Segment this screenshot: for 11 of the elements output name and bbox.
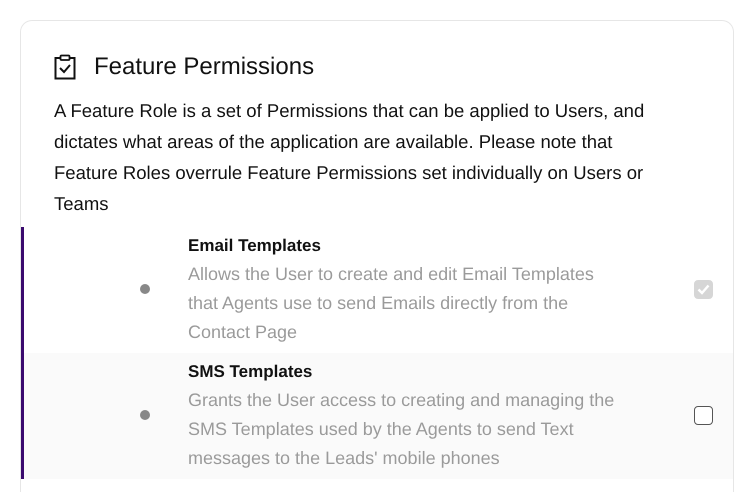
- checkmark-icon: [697, 284, 710, 294]
- clipboard-check-icon: [54, 54, 76, 80]
- permission-description: Grants the User access to creating and managing the SMS Templates used by the Agents to send Text messages to the Leads' mobile phones: [188, 389, 616, 470]
- permission-description: Allows the User to create and edit Email Templates that Agents use to send Emails directly from the Contact Page: [188, 263, 595, 344]
- permission-name: Email Templates: [188, 235, 322, 257]
- card-title: Feature Permissions: [94, 53, 314, 81]
- bullet-icon: [140, 284, 150, 294]
- permission-name: SMS Templates: [188, 361, 314, 383]
- bullet-icon: [140, 410, 150, 420]
- card-description: A Feature Role is a set of Permissions that can be applied to Users, and dictates what areas of the application are available. Please note that Feature Roles overrule Feature Permissions set individually on Users or Teams: [54, 99, 646, 216]
- checkbox[interactable]: [694, 406, 713, 424]
